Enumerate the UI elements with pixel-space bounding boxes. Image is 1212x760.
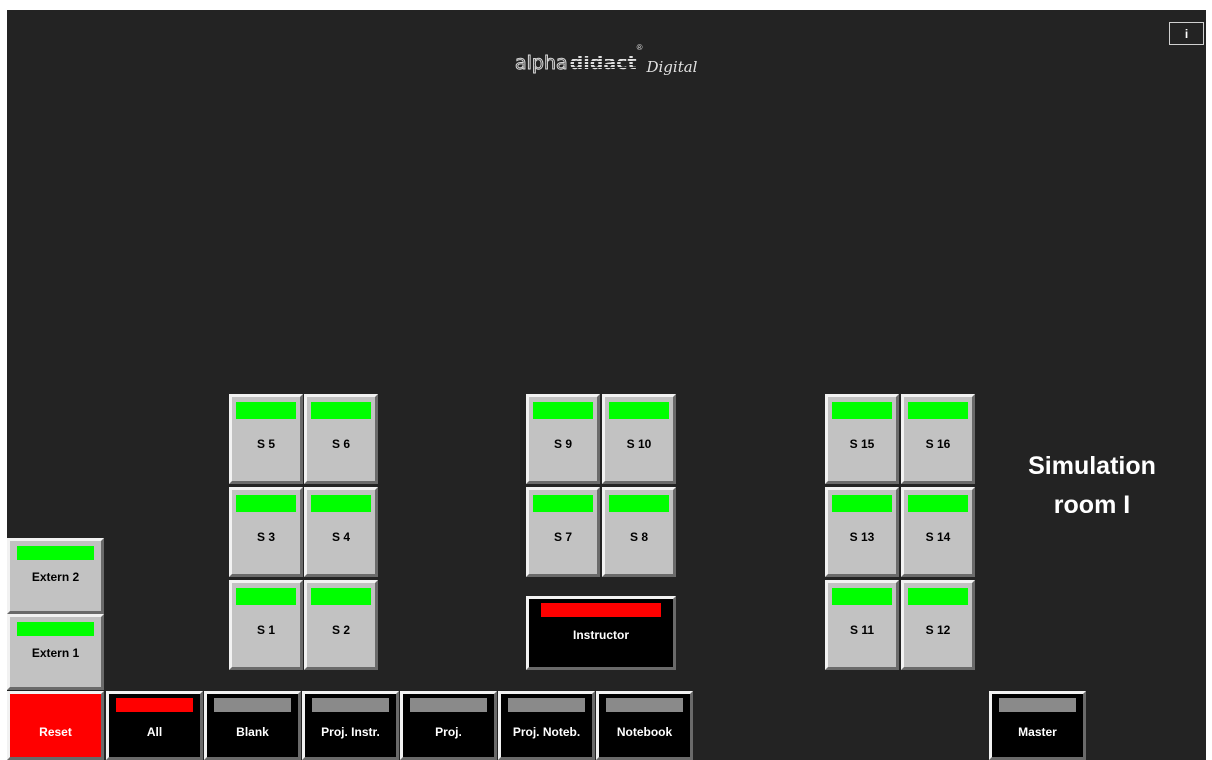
station-s5-button[interactable]: S 5 [229, 394, 303, 484]
instructor-button[interactable]: Instructor [526, 596, 676, 670]
status-indicator [832, 402, 892, 419]
status-indicator [17, 546, 94, 560]
station-s4-button[interactable]: S 4 [304, 487, 378, 577]
blank-button[interactable]: Blank [204, 691, 301, 760]
status-indicator [606, 698, 683, 712]
logo-alpha-text: alpha [515, 52, 569, 74]
station-label: S 6 [331, 437, 350, 451]
station-label: S 8 [629, 530, 648, 544]
station-label: S 5 [256, 437, 275, 451]
status-indicator [533, 495, 593, 512]
proj-instr-label: Proj. Instr. [321, 725, 380, 739]
station-s16-button[interactable]: S 16 [901, 394, 975, 484]
status-indicator [236, 495, 296, 512]
status-indicator [410, 698, 487, 712]
info-button[interactable]: i [1169, 22, 1204, 45]
master-label: Master [1018, 725, 1057, 739]
alphadidact-logo: alpha didact ® Digital [515, 43, 698, 76]
station-label: S 11 [849, 623, 875, 637]
station-label: S 16 [925, 437, 951, 451]
room-title: Simulation room I [992, 447, 1192, 525]
status-indicator [214, 698, 291, 712]
station-s13-button[interactable]: S 13 [825, 487, 899, 577]
status-indicator [508, 698, 585, 712]
station-label: S 1 [256, 623, 275, 637]
status-indicator [311, 402, 371, 419]
status-indicator [609, 402, 669, 419]
status-indicator [832, 495, 892, 512]
notebook-button[interactable]: Notebook [596, 691, 693, 760]
proj-noteb-label: Proj. Noteb. [512, 725, 581, 739]
logo-registered-mark: ® [636, 43, 643, 52]
station-s3-button[interactable]: S 3 [229, 487, 303, 577]
status-indicator [236, 402, 296, 419]
room-title-line-1: Simulation [1028, 452, 1156, 480]
status-indicator [533, 402, 593, 419]
station-label: S 2 [331, 623, 350, 637]
station-label: S 7 [553, 530, 572, 544]
station-label: S 9 [553, 437, 572, 451]
status-indicator [908, 402, 968, 419]
station-s14-button[interactable]: S 14 [901, 487, 975, 577]
station-label: S 13 [849, 530, 875, 544]
station-s12-button[interactable]: S 12 [901, 580, 975, 670]
status-indicator [311, 495, 371, 512]
status-indicator [312, 698, 389, 712]
proj-button[interactable]: Proj. [400, 691, 497, 760]
station-s11-button[interactable]: S 11 [825, 580, 899, 670]
logo-didact-text: didact [569, 52, 637, 74]
instructor-label: Instructor [572, 628, 629, 642]
extern-1-button[interactable]: Extern 1 [7, 614, 104, 690]
proj-instr-button[interactable]: Proj. Instr. [302, 691, 399, 760]
extern-2-button[interactable]: Extern 2 [7, 538, 104, 614]
station-s7-button[interactable]: S 7 [526, 487, 600, 577]
notebook-label: Notebook [616, 725, 673, 739]
station-s15-button[interactable]: S 15 [825, 394, 899, 484]
status-indicator [908, 495, 968, 512]
all-button[interactable]: All [106, 691, 203, 760]
logo-digital-text: Digital [646, 58, 698, 76]
status-indicator [236, 588, 296, 605]
status-indicator [609, 495, 669, 512]
station-label: S 10 [626, 437, 652, 451]
all-label: All [146, 725, 163, 739]
status-indicator [999, 698, 1076, 712]
station-s9-button[interactable]: S 9 [526, 394, 600, 484]
station-s6-button[interactable]: S 6 [304, 394, 378, 484]
reset-button[interactable]: Reset [7, 691, 104, 760]
station-label: S 14 [925, 530, 951, 544]
status-indicator [541, 603, 661, 617]
status-indicator [832, 588, 892, 605]
station-s1-button[interactable]: S 1 [229, 580, 303, 670]
blank-label: Blank [236, 725, 269, 739]
extern-label: Extern 1 [31, 646, 80, 660]
station-s2-button[interactable]: S 2 [304, 580, 378, 670]
status-indicator [311, 588, 371, 605]
master-button[interactable]: Master [989, 691, 1086, 760]
status-indicator [17, 622, 94, 636]
station-label: S 3 [256, 530, 275, 544]
station-label: S 12 [925, 623, 951, 637]
station-label: S 4 [331, 530, 350, 544]
room-title-line-2: room I [1053, 491, 1131, 519]
station-s8-button[interactable]: S 8 [602, 487, 676, 577]
status-indicator [908, 588, 968, 605]
station-label: S 15 [849, 437, 875, 451]
station-s10-button[interactable]: S 10 [602, 394, 676, 484]
proj-noteb-button[interactable]: Proj. Noteb. [498, 691, 595, 760]
extern-label: Extern 2 [31, 570, 80, 584]
reset-label: Reset [39, 725, 72, 739]
status-indicator [116, 698, 193, 712]
proj-label: Proj. [435, 725, 462, 739]
